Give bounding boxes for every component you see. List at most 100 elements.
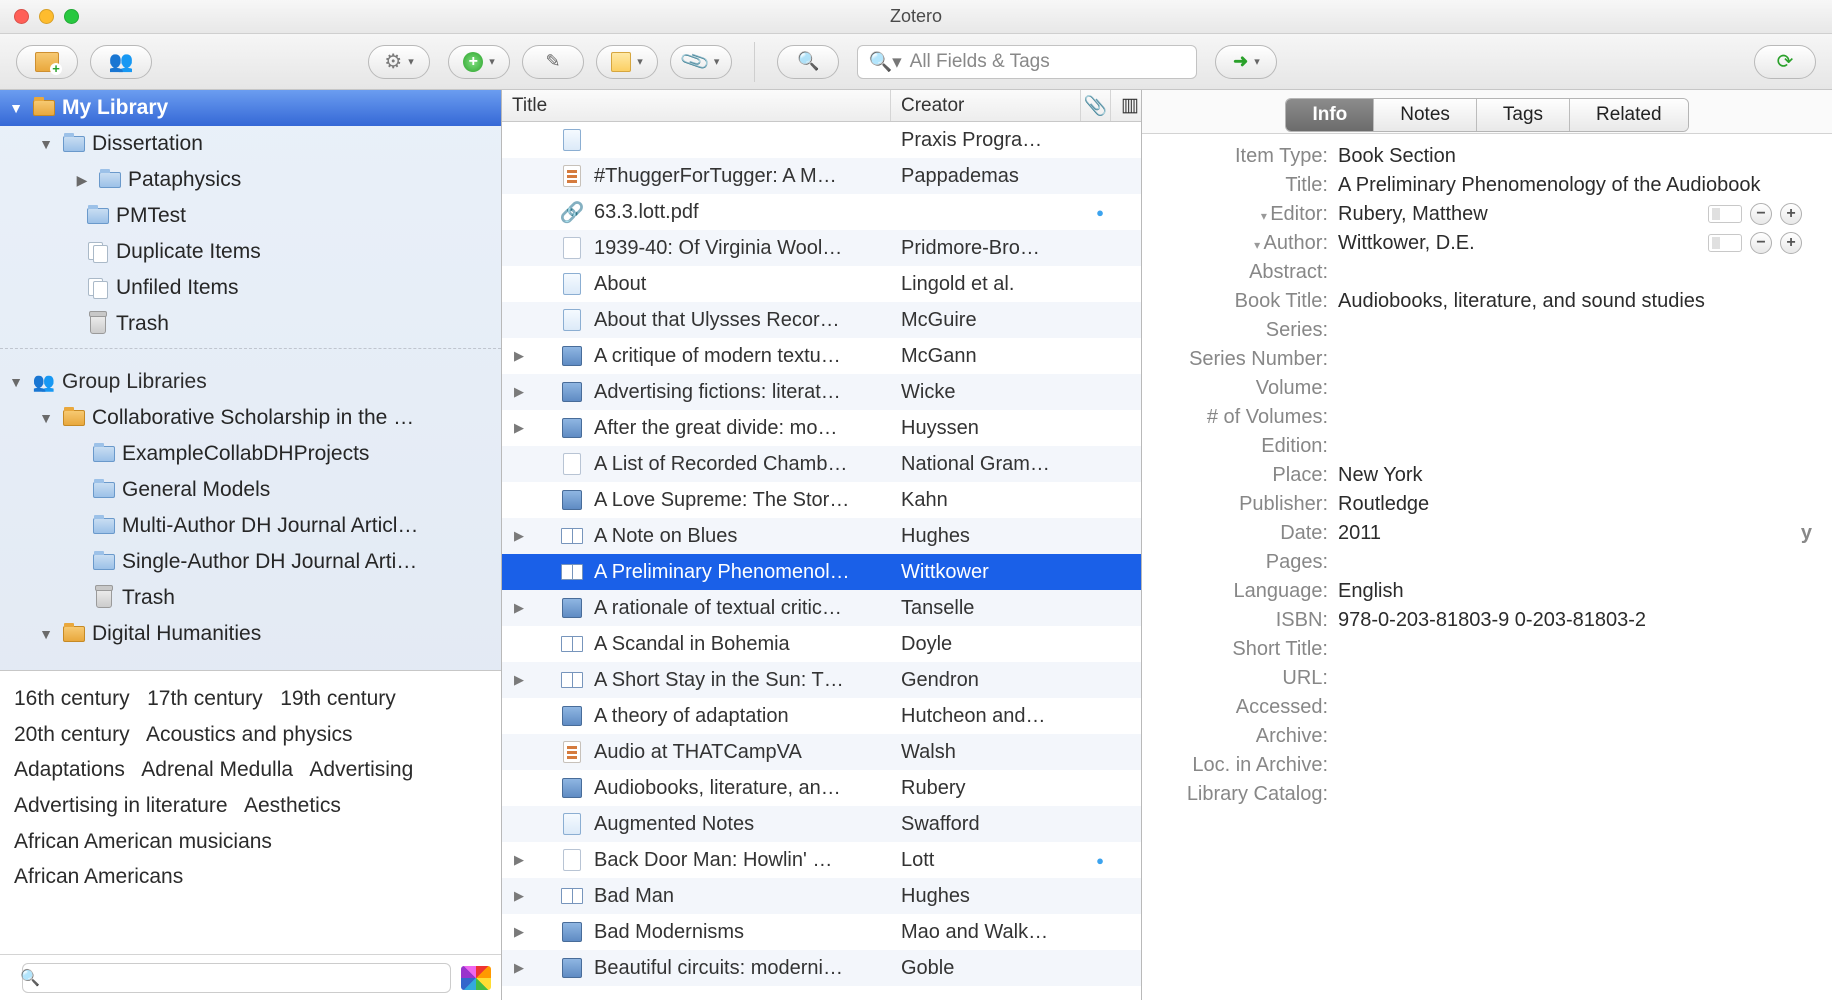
tag[interactable]: Aesthetics (244, 794, 341, 817)
item-row[interactable]: A theory of adaptationHutcheon and… (502, 698, 1141, 734)
add-by-identifier-button[interactable]: ✎ (522, 45, 584, 79)
disclosure-icon[interactable]: ▶ (506, 672, 532, 688)
item-row[interactable]: 🔗63.3.lott.pdf● (502, 194, 1141, 230)
new-note-button[interactable]: ▾ (596, 45, 658, 79)
add-attachment-button[interactable]: 📎▾ (670, 45, 732, 79)
remove-creator-button[interactable]: − (1750, 232, 1772, 254)
disclosure-icon[interactable]: ▶ (506, 600, 532, 616)
column-header-creator[interactable]: Creator (891, 90, 1081, 121)
field-value-book-title[interactable]: Audiobooks, literature, and sound studie… (1338, 290, 1812, 313)
item-row[interactable]: Praxis Progra… (502, 122, 1141, 158)
field-value-editor[interactable]: Rubery, Matthew (1338, 203, 1708, 226)
item-row[interactable]: ▶A critique of modern textu…McGann (502, 338, 1141, 374)
item-row[interactable]: Audiobooks, literature, an…Rubery (502, 770, 1141, 806)
tag[interactable]: 17th century (147, 687, 263, 710)
sidebar-item-dissertation[interactable]: ▼ Dissertation (0, 126, 501, 162)
tab-info[interactable]: Info (1286, 99, 1374, 131)
tag[interactable]: 19th century (280, 687, 396, 710)
creator-mode-toggle[interactable] (1708, 205, 1742, 223)
sidebar-item-pataphysics[interactable]: ▶ Pataphysics (0, 162, 501, 198)
sidebar-item-single-author[interactable]: Single-Author DH Journal Arti… (0, 544, 501, 580)
item-row[interactable]: About that Ulysses Recor…McGuire (502, 302, 1141, 338)
field-value-date[interactable]: 2011 (1338, 522, 1782, 545)
sidebar-item-digital-humanities[interactable]: ▼ Digital Humanities (0, 616, 501, 652)
item-row[interactable]: A Preliminary Phenomenol…Wittkower (502, 554, 1141, 590)
advanced-search-button[interactable]: 🔍 (777, 45, 839, 79)
sidebar-item-group-trash[interactable]: Trash (0, 580, 501, 616)
column-header-attachment[interactable]: 📎 (1081, 90, 1111, 121)
creator-mode-toggle[interactable] (1708, 234, 1742, 252)
disclosure-icon[interactable]: ▶ (506, 888, 532, 904)
add-creator-button[interactable]: + (1780, 203, 1802, 225)
item-row[interactable]: ▶Bad ModernismsMao and Walk… (502, 914, 1141, 950)
sidebar-my-library[interactable]: ▼ My Library (0, 90, 501, 126)
sidebar-item-unfiled[interactable]: Unfiled Items (0, 270, 501, 306)
tag-color-menu[interactable] (461, 966, 491, 990)
item-row[interactable]: A Love Supreme: The Stor…Kahn (502, 482, 1141, 518)
item-row[interactable]: ▶Advertising fictions: literat…Wicke (502, 374, 1141, 410)
item-row[interactable]: A Scandal in BohemiaDoyle (502, 626, 1141, 662)
new-group-button[interactable]: 👥 (90, 45, 152, 79)
locate-button[interactable]: ➜▾ (1215, 45, 1277, 79)
item-row[interactable]: ▶A Short Stay in the Sun: T…Gendron (502, 662, 1141, 698)
tab-notes[interactable]: Notes (1374, 99, 1477, 131)
disclosure-icon[interactable]: ▶ (72, 172, 92, 189)
tag[interactable]: Advertising in literature (14, 794, 228, 817)
sidebar-item-multi-author[interactable]: Multi-Author DH Journal Articl… (0, 508, 501, 544)
item-row[interactable]: ▶Back Door Man: Howlin' …Lott● (502, 842, 1141, 878)
disclosure-icon[interactable]: ▶ (506, 348, 532, 364)
disclosure-icon[interactable]: ▼ (6, 100, 26, 116)
remove-creator-button[interactable]: − (1750, 203, 1772, 225)
item-row[interactable]: Audio at THATCampVAWalsh (502, 734, 1141, 770)
sidebar-item-pmtest[interactable]: PMTest (0, 198, 501, 234)
item-row[interactable]: ▶After the great divide: mo…Huyssen (502, 410, 1141, 446)
tag[interactable]: Adaptations (14, 758, 125, 781)
disclosure-icon[interactable]: ▼ (36, 410, 56, 426)
search-input[interactable]: 🔍▾ All Fields & Tags (857, 45, 1197, 79)
sidebar-item-trash[interactable]: Trash (0, 306, 501, 342)
field-value-author[interactable]: Wittkower, D.E. (1338, 232, 1708, 255)
disclosure-icon[interactable]: ▼ (36, 136, 56, 152)
disclosure-icon[interactable]: ▶ (506, 384, 532, 400)
item-row[interactable]: Augmented NotesSwafford (502, 806, 1141, 842)
item-row[interactable]: 1939-40: Of Virginia Wool…Pridmore-Bro… (502, 230, 1141, 266)
item-row[interactable]: A List of Recorded Chamb…National Gram… (502, 446, 1141, 482)
tab-related[interactable]: Related (1570, 99, 1688, 131)
column-header-title[interactable]: Title (502, 90, 891, 121)
field-value-publisher[interactable]: Routledge (1338, 493, 1812, 516)
disclosure-icon[interactable]: ▶ (506, 420, 532, 436)
field-value-isbn[interactable]: 978-0-203-81803-9 0-203-81803-2 (1338, 609, 1812, 632)
sidebar-group-libraries[interactable]: ▼ 👥 Group Libraries (0, 364, 501, 400)
disclosure-icon[interactable]: ▶ (506, 852, 532, 868)
tag[interactable]: 16th century (14, 687, 130, 710)
tag[interactable]: Adrenal Medulla (141, 758, 293, 781)
tab-tags[interactable]: Tags (1477, 99, 1570, 131)
sidebar-item-duplicates[interactable]: Duplicate Items (0, 234, 501, 270)
item-row[interactable]: ▶A Note on BluesHughes (502, 518, 1141, 554)
new-item-button[interactable]: ▾ (448, 45, 510, 79)
collections-tree[interactable]: ▼ My Library ▼ Dissertation ▶ Pataphysic… (0, 90, 501, 670)
tag-selector[interactable]: 16th century 17th century 19th century 2… (0, 670, 501, 954)
sidebar-item-general-models[interactable]: General Models (0, 472, 501, 508)
tag[interactable]: 20th century (14, 723, 130, 746)
disclosure-icon[interactable]: ▶ (506, 960, 532, 976)
tag[interactable]: Acoustics and physics (146, 723, 353, 746)
sync-button[interactable]: ⟳ (1754, 45, 1816, 79)
field-value-language[interactable]: English (1338, 580, 1812, 603)
item-row[interactable]: ▶Bad ManHughes (502, 878, 1141, 914)
field-label-editor[interactable]: ▾ Editor: (1142, 203, 1338, 226)
field-value-title[interactable]: A Preliminary Phenomenology of the Audio… (1338, 174, 1812, 197)
tag[interactable]: African Americans (14, 865, 183, 888)
field-value-place[interactable]: New York (1338, 464, 1812, 487)
field-label-author[interactable]: ▾ Author: (1142, 232, 1338, 255)
actions-menu-button[interactable]: ⚙▾ (368, 45, 430, 79)
tag-filter-input[interactable] (22, 963, 451, 993)
tag[interactable]: African American musicians (14, 830, 272, 853)
disclosure-icon[interactable]: ▼ (6, 374, 26, 390)
item-row[interactable]: ▶Beautiful circuits: moderni…Goble (502, 950, 1141, 986)
disclosure-icon[interactable]: ▶ (506, 924, 532, 940)
disclosure-icon[interactable]: ▶ (506, 528, 532, 544)
tag[interactable]: Advertising (309, 758, 413, 781)
item-row[interactable]: AboutLingold et al. (502, 266, 1141, 302)
new-collection-button[interactable] (16, 45, 78, 79)
